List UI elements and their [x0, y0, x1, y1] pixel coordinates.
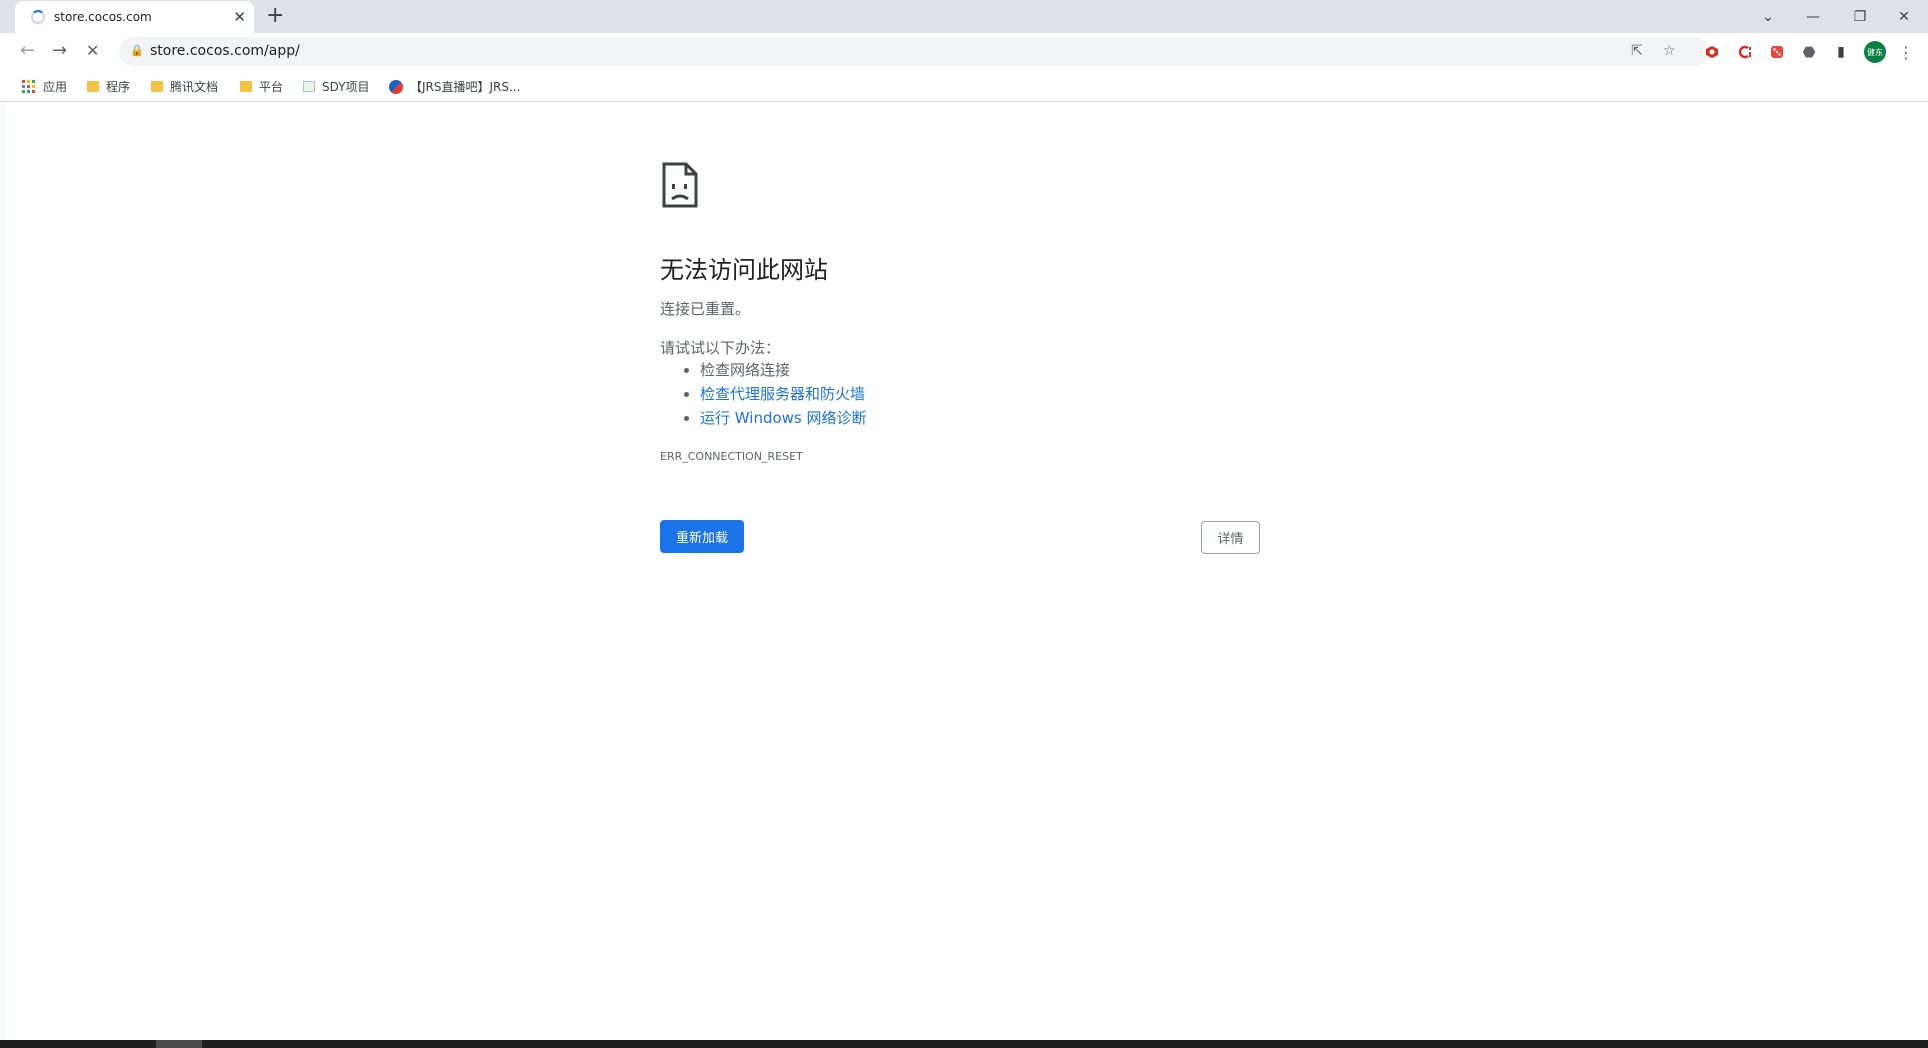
taskbar-active-app[interactable] [156, 1040, 202, 1048]
folder-icon [87, 81, 99, 92]
error-heading: 无法访问此网站 [660, 256, 828, 284]
new-tab-button[interactable]: + [266, 3, 284, 29]
bookmark-label: 腾讯文档 [170, 80, 219, 94]
lock-icon[interactable]: 🔒 [130, 44, 144, 57]
close-window-button[interactable]: ✕ [1884, 0, 1924, 33]
page-content [7, 102, 1928, 1040]
bookmark-folder-platform[interactable]: 平台 [240, 78, 283, 95]
profile-avatar[interactable]: 健东 [1864, 41, 1886, 63]
address-bar[interactable]: 🔒 store.cocos.com/app/ ⇱ ☆ [119, 37, 1709, 66]
bookmark-label: 平台 [259, 80, 284, 94]
forward-button[interactable]: → [52, 41, 67, 61]
url-text[interactable]: store.cocos.com/app/ [150, 43, 300, 59]
suggestions-title: 请试试以下办法： [660, 339, 781, 357]
page-icon [303, 81, 315, 92]
reload-button[interactable]: 重新加载 [660, 520, 744, 553]
suggestion-check-proxy: 检查代理服务器和防火墙 [700, 382, 867, 406]
folder-icon [151, 81, 163, 92]
apps-grid-icon [22, 79, 36, 94]
bookmark-folder-programs[interactable]: 程序 [87, 78, 130, 95]
error-subtitle: 连接已重置。 [660, 300, 751, 318]
bookmarks-bar: 应用 程序 腾讯文档 平台 SDY项目 【JRS直播吧】JRS... [0, 71, 1928, 102]
bookmark-label: 【JRS直播吧】JRS... [410, 80, 521, 94]
bookmark-label: 程序 [106, 80, 131, 94]
menu-kebab-icon[interactable]: ⋮ [1898, 43, 1914, 62]
bookmark-sdy-project[interactable]: SDY项目 [303, 78, 370, 95]
minimize-button[interactable]: — [1793, 0, 1833, 33]
error-code: ERR_CONNECTION_RESET [660, 450, 803, 463]
suggestion-run-diagnostics: 运行 Windows 网络诊断 [700, 406, 867, 430]
bookmark-apps[interactable]: 应用 [22, 78, 67, 95]
tab-strip: store.cocos.com ✕ + ⌄ — ❐ ✕ [0, 0, 1928, 33]
bookmark-label: SDY项目 [322, 80, 370, 94]
extension-shield-icon[interactable] [1704, 44, 1720, 60]
tab-title: store.cocos.com [54, 10, 152, 24]
folder-icon [240, 81, 252, 92]
sad-page-icon [660, 160, 700, 214]
check-proxy-link[interactable]: 检查代理服务器和防火墙 [700, 385, 865, 403]
tab-search-button[interactable]: ⌄ [1748, 0, 1788, 33]
suggestion-check-network: 检查网络连接 [700, 358, 867, 382]
share-icon[interactable]: ⇱ [1631, 43, 1643, 59]
suggestions-list: 检查网络连接 检查代理服务器和防火墙 运行 Windows 网络诊断 [660, 358, 867, 430]
bookmark-folder-tencent-docs[interactable]: 腾讯文档 [151, 78, 218, 95]
bookmark-label: 应用 [43, 80, 68, 94]
bookmark-jrs[interactable]: 【JRS直播吧】JRS... [389, 78, 520, 95]
browser-toolbar: ← → ✕ 🔒 store.cocos.com/app/ ⇱ ☆ ⬣ ▮ 健东 … [0, 33, 1928, 71]
extension-dice-icon[interactable] [1769, 44, 1785, 60]
run-diagnostics-link[interactable]: 运行 Windows 网络诊断 [700, 409, 867, 427]
back-button[interactable]: ← [20, 41, 35, 61]
extension-c-icon[interactable] [1737, 44, 1753, 60]
extensions-puzzle-icon[interactable]: ⬣ [1801, 43, 1817, 61]
taskbar [0, 1040, 1928, 1048]
details-button[interactable]: 详情 [1201, 521, 1260, 554]
side-panel-icon[interactable]: ▮ [1833, 44, 1849, 60]
tab-store-cocos[interactable]: store.cocos.com ✕ [15, 1, 254, 33]
tab-close-icon[interactable]: ✕ [233, 8, 246, 26]
restore-button[interactable]: ❐ [1840, 0, 1880, 33]
stop-loading-button[interactable]: ✕ [86, 41, 99, 61]
bookmark-star-icon[interactable]: ☆ [1663, 43, 1676, 59]
jrs-site-icon [389, 79, 403, 94]
loading-spinner-icon [31, 10, 45, 24]
